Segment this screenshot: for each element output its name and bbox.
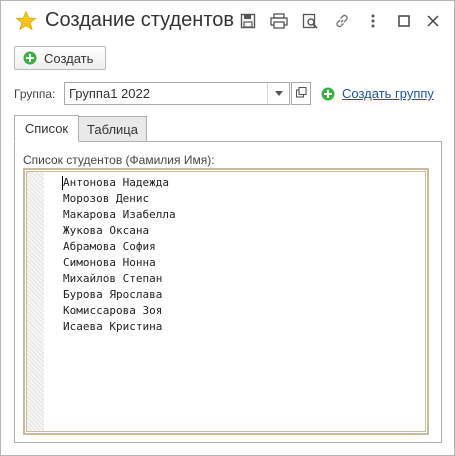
students-textarea[interactable]: Антонова Надежда Морозов Денис Макарова Из… [23,168,429,435]
student-line: Антонова Надежда [63,176,169,189]
text-gutter [27,172,44,431]
create-group-link-label[interactable]: Создать группу [342,86,434,101]
plus-icon [321,87,335,106]
students-lines[interactable]: Антонова Надежда Морозов Денис Макарова Из… [63,175,176,335]
student-line: Бурова Ярослава [63,288,163,301]
student-line: Михайлов Степан [63,272,163,285]
student-line: Жукова Оксана [63,224,150,237]
students-list-label: Список студентов (Фамилия Имя): [23,153,215,167]
preview-icon[interactable] [300,11,320,31]
group-label: Группа: [14,87,56,101]
create-button[interactable]: Создать [14,46,106,70]
student-line: Исаева Кристина [63,320,163,333]
title-bar: Создание студентов [1,1,454,41]
group-field[interactable]: Группа1 2022 [64,82,290,105]
maximize-icon[interactable] [394,11,414,31]
group-value: Группа1 2022 [69,86,150,101]
star-icon[interactable] [15,10,37,32]
print-icon[interactable] [269,11,289,31]
student-line: Симонова Нонна [63,256,156,269]
window-title: Создание студентов [45,9,235,31]
dropdown-arrow-icon[interactable] [267,83,289,104]
create-button-label: Создать [44,51,94,66]
plus-icon [23,51,37,70]
tab-list[interactable]: Список [14,115,79,142]
more-icon[interactable] [363,11,383,31]
link-icon[interactable] [332,11,352,31]
student-line: Макарова Изабелла [63,208,176,221]
close-icon[interactable] [423,11,443,31]
form-window: Создание студентов Создать Группа: Групп… [0,0,455,456]
textarea-inner-border: Антонова Надежда Морозов Денис Макарова Из… [26,171,426,432]
tab-table[interactable]: Таблица [78,116,147,142]
open-window-icon [295,85,307,103]
save-icon[interactable] [238,11,258,31]
open-group-button[interactable] [291,82,311,105]
student-line: Абрамова София [63,240,156,253]
student-line: Комиссарова Зоя [63,304,163,317]
student-line: Морозов Денис [63,192,150,205]
